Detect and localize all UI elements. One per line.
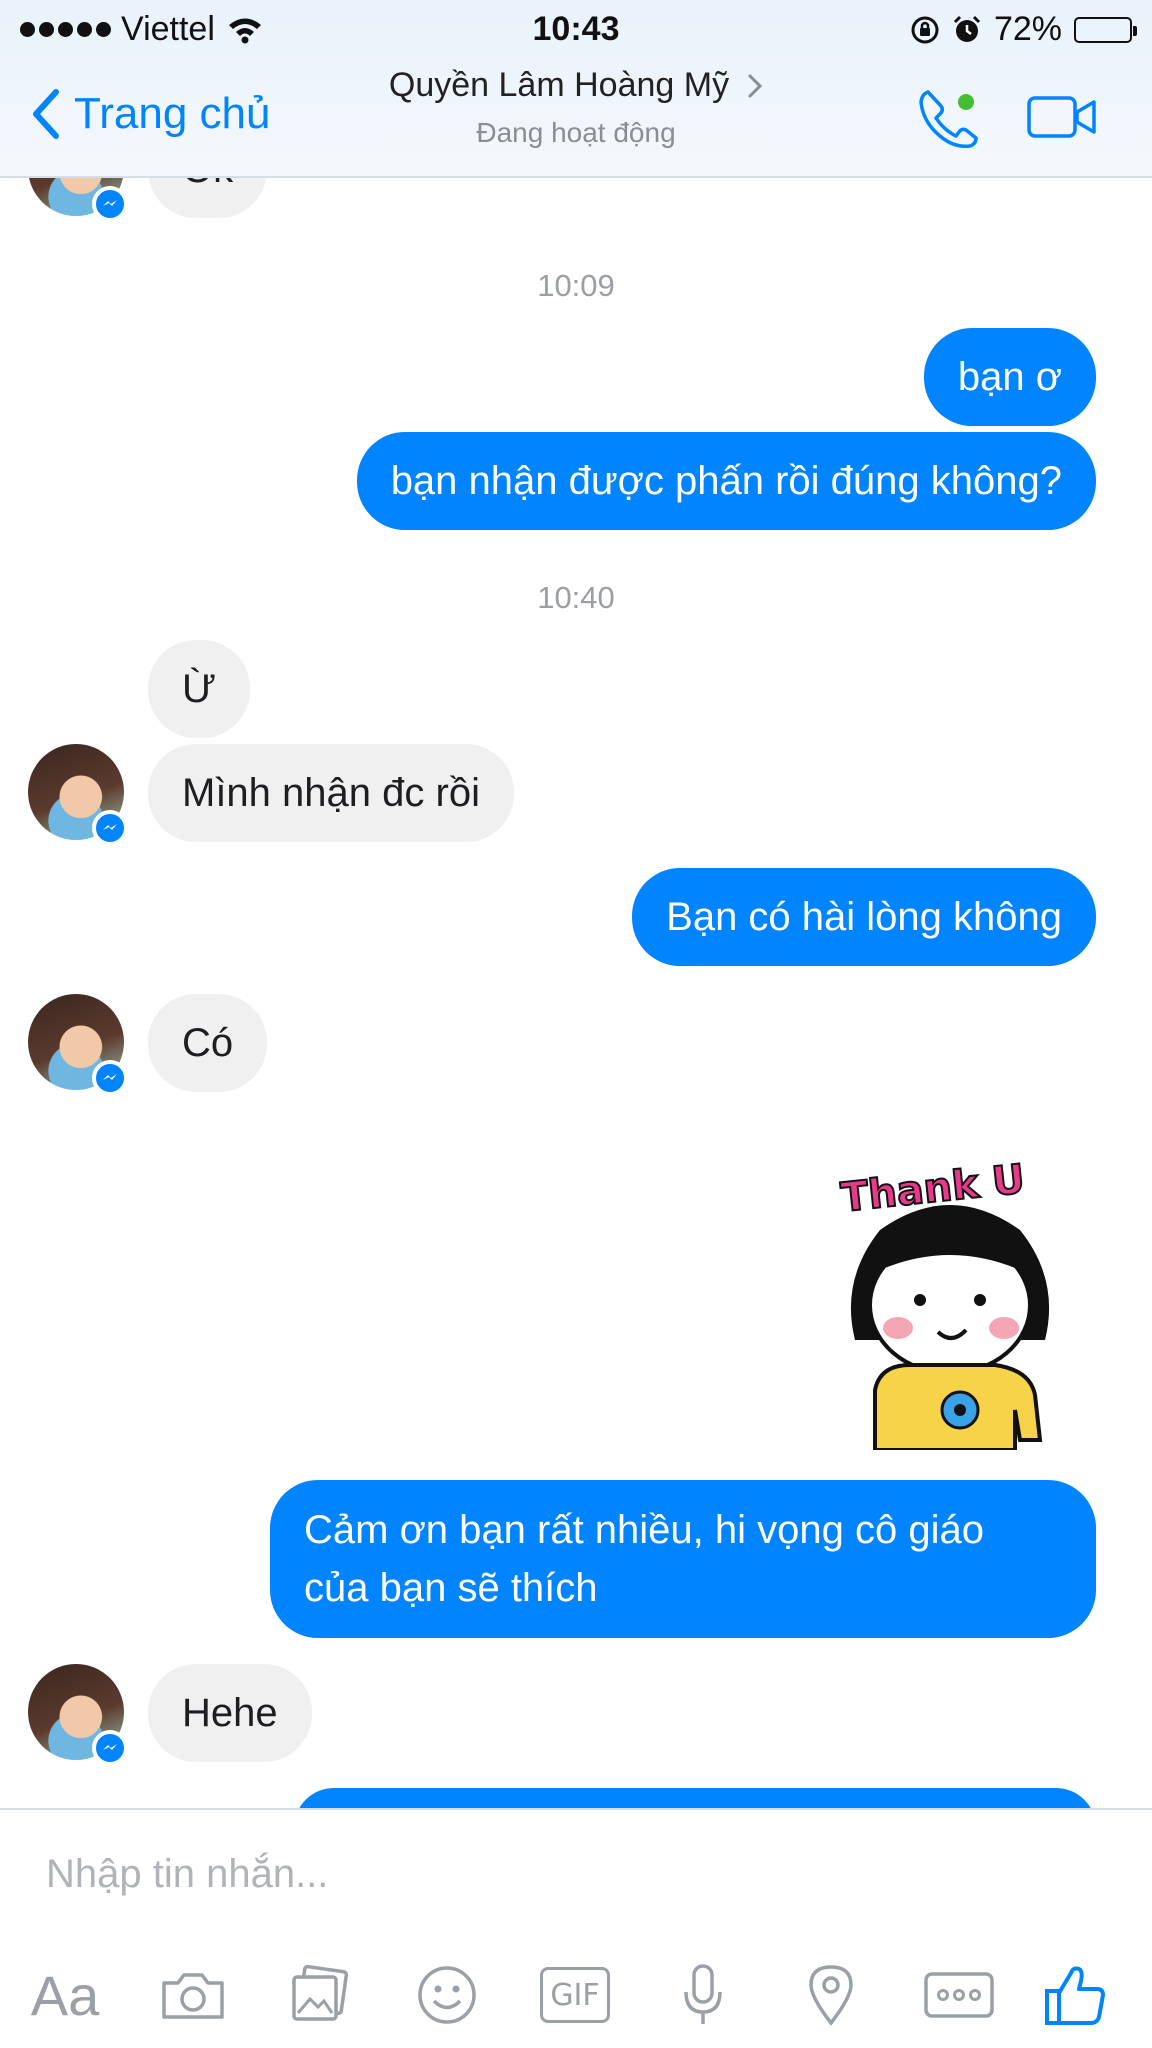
message-outgoing-multiline[interactable]: Cảm ơn bạn rất nhiều, hi vọng cô giáo củ… (270, 1480, 1096, 1638)
thumbs-up-icon (1045, 1966, 1105, 2025)
alarm-icon (953, 15, 980, 42)
smiley-icon (418, 1966, 476, 2024)
phone-icon (919, 90, 978, 149)
active-dot (958, 94, 974, 110)
messenger-badge-icon (92, 810, 128, 846)
timestamp: 10:40 (537, 580, 615, 615)
message-input[interactable]: Nhập tin nhắn... (46, 1852, 328, 1897)
voice-call-button[interactable] (914, 86, 984, 157)
message-line: của bạn sẽ thích (304, 1566, 598, 1610)
chevron-right-icon (748, 74, 763, 97)
gif-icon: GIF (540, 1967, 610, 2023)
messenger-badge-icon (92, 1060, 128, 1096)
camera-button[interactable] (148, 1950, 238, 2040)
message-list[interactable]: Ok 10:09 bạn ơ bạn nhận được phấn rồi đú… (0, 0, 1152, 1808)
like-button[interactable] (1030, 1950, 1120, 2040)
voice-record-button[interactable] (658, 1950, 748, 2040)
location-button[interactable] (786, 1950, 876, 2040)
video-camera-icon (1027, 96, 1096, 138)
message-incoming[interactable]: Mình nhận đc rồi (148, 744, 514, 842)
video-call-button[interactable] (1026, 94, 1098, 145)
status-bar: Viettel 10:43 72% (0, 0, 1152, 58)
contact-name: Quyền Lâm Hoàng Mỹ (388, 66, 730, 104)
sticker-girl-icon: Thank U (838, 1155, 1050, 1452)
message-outgoing[interactable]: bạn ơ (923, 328, 1096, 426)
thank-you-sticker[interactable]: Thank U (820, 1140, 1080, 1452)
timestamp: 10:09 (537, 268, 615, 303)
more-options-button[interactable] (914, 1950, 1004, 2040)
message-incoming[interactable]: Có (148, 994, 268, 1092)
message-incoming[interactable]: Ừ (148, 640, 251, 738)
emoji-button[interactable] (402, 1950, 492, 2040)
message-outgoing-partial[interactable] (294, 1788, 1096, 1808)
camera-icon (162, 1973, 224, 2019)
message-outgoing[interactable]: bạn nhận được phấn rồi đúng không? (356, 432, 1096, 530)
orientation-lock-icon (911, 16, 939, 43)
message-composer: Nhập tin nhắn... Aa GIF (0, 1808, 1152, 2048)
composer-toolbar: Aa GIF (0, 1950, 1152, 2040)
chat-header: Viettel 10:43 72% Trang chủ Quyền Lâm Ho… (0, 0, 1152, 178)
location-pin-icon (809, 1965, 853, 2026)
messenger-badge-icon (92, 186, 128, 222)
microphone-icon (684, 1964, 722, 2024)
aa-icon: Aa (30, 1963, 100, 2027)
battery-percent: 72% (993, 10, 1062, 48)
message-outgoing[interactable]: Bạn có hài lòng không (632, 868, 1096, 966)
messenger-badge-icon (92, 1730, 128, 1766)
message-incoming[interactable]: Hehe (148, 1664, 312, 1762)
gif-label: GIF (550, 1977, 600, 2013)
more-icon (924, 1972, 994, 2018)
photo-gallery-icon (292, 1965, 349, 2021)
battery-icon (1074, 16, 1137, 43)
message-line: Cảm ơn bạn rất nhiều, hi vọng cô giáo (304, 1508, 984, 1552)
gallery-button[interactable] (274, 1950, 364, 2040)
gif-button[interactable]: GIF (530, 1950, 620, 2040)
text-format-button[interactable]: Aa (20, 1950, 110, 2040)
messenger-chat-screen: Ok 10:09 bạn ơ bạn nhận được phấn rồi đú… (0, 0, 1152, 2048)
